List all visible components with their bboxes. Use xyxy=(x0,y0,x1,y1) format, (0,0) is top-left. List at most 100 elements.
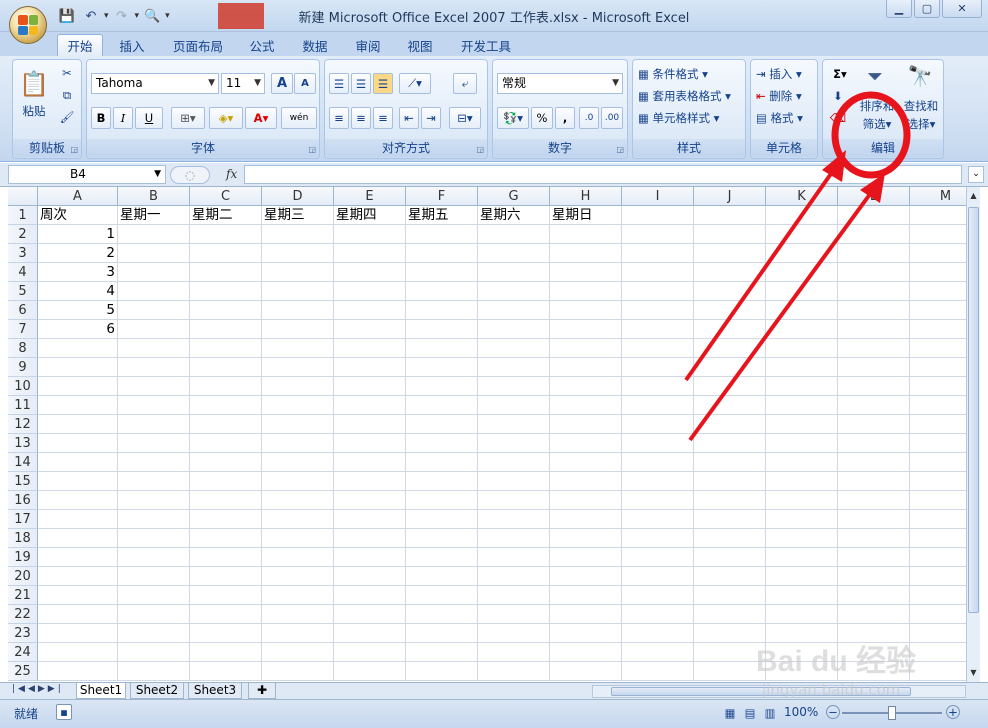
grid-cell[interactable] xyxy=(190,225,262,244)
row-header[interactable]: 11 xyxy=(8,396,38,415)
maximize-button[interactable]: ▢ xyxy=(914,0,940,18)
page-layout-view-icon[interactable]: ▤ xyxy=(740,704,760,722)
grid-cell[interactable] xyxy=(838,244,910,263)
grid-cell[interactable] xyxy=(334,529,406,548)
grid-cell[interactable] xyxy=(694,605,766,624)
grid-cell[interactable] xyxy=(550,662,622,681)
binoculars-icon[interactable]: 🔭 xyxy=(905,62,935,90)
grid-cell[interactable] xyxy=(910,415,966,434)
grid-cell[interactable] xyxy=(118,320,190,339)
grid-cell[interactable] xyxy=(622,339,694,358)
grid-cell[interactable] xyxy=(478,472,550,491)
grid-cell[interactable] xyxy=(478,339,550,358)
column-header[interactable]: B xyxy=(118,187,190,206)
grid-cell[interactable] xyxy=(262,225,334,244)
grid-cell[interactable]: 4 xyxy=(38,282,118,301)
grid-cell[interactable] xyxy=(262,396,334,415)
grid-cell[interactable]: 2 xyxy=(38,244,118,263)
grid-cell[interactable]: 星期日 xyxy=(550,206,622,225)
grid-cell[interactable] xyxy=(550,415,622,434)
grid-cell[interactable] xyxy=(838,510,910,529)
grid-cell[interactable] xyxy=(190,548,262,567)
grid-cell[interactable] xyxy=(190,510,262,529)
grid-cell[interactable] xyxy=(478,491,550,510)
grid-cell[interactable] xyxy=(550,339,622,358)
grid-cell[interactable] xyxy=(334,662,406,681)
grid-cell[interactable] xyxy=(118,529,190,548)
grid-cell[interactable] xyxy=(334,320,406,339)
grid-cell[interactable] xyxy=(334,491,406,510)
grid-cell[interactable] xyxy=(478,529,550,548)
grid-cell[interactable] xyxy=(406,301,478,320)
grid-cell[interactable] xyxy=(190,472,262,491)
grid-cell[interactable] xyxy=(334,624,406,643)
grid-cell[interactable] xyxy=(406,263,478,282)
grid-cell[interactable] xyxy=(622,301,694,320)
phonetic-button[interactable]: wén xyxy=(281,107,317,129)
grid-cell[interactable] xyxy=(838,358,910,377)
grid-cell[interactable] xyxy=(622,662,694,681)
grid-cell[interactable] xyxy=(118,301,190,320)
vertical-scrollbar[interactable]: ▲ ▼ xyxy=(966,187,980,682)
find-select-label2[interactable]: 选择 ▾ xyxy=(899,116,943,132)
grid-cell[interactable] xyxy=(838,586,910,605)
grid-cell[interactable] xyxy=(766,320,838,339)
grid-cell[interactable] xyxy=(910,662,966,681)
grid-cell[interactable] xyxy=(38,662,118,681)
grid-cell[interactable] xyxy=(910,529,966,548)
grid-cell[interactable] xyxy=(190,320,262,339)
grid-cell[interactable] xyxy=(262,434,334,453)
decrease-indent-icon[interactable]: ⇤ xyxy=(399,107,419,129)
grid-cell[interactable] xyxy=(118,548,190,567)
grid-cell[interactable] xyxy=(38,339,118,358)
conditional-format-button[interactable]: ▦ 条件格式 ▾ xyxy=(637,64,741,84)
grid-cell[interactable] xyxy=(910,396,966,415)
grid-cell[interactable] xyxy=(406,605,478,624)
grid-cell[interactable]: 星期一 xyxy=(118,206,190,225)
grid-cell[interactable] xyxy=(622,643,694,662)
grid-cell[interactable] xyxy=(550,643,622,662)
grid-cell[interactable] xyxy=(334,586,406,605)
grid-cell[interactable] xyxy=(406,491,478,510)
grid-cell[interactable] xyxy=(910,510,966,529)
delete-cells-button[interactable]: ⇤ 删除 ▾ xyxy=(755,86,817,106)
grid-cell[interactable] xyxy=(910,472,966,491)
grid-cell[interactable] xyxy=(406,415,478,434)
tab-insert[interactable]: 插入 xyxy=(110,34,154,56)
row-header[interactable]: 23 xyxy=(8,624,38,643)
grid-cell[interactable] xyxy=(38,510,118,529)
grid-cell[interactable] xyxy=(622,567,694,586)
grid-cell[interactable] xyxy=(262,282,334,301)
grid-cell[interactable] xyxy=(838,415,910,434)
grid-cell[interactable] xyxy=(694,225,766,244)
grid-cell[interactable] xyxy=(910,206,966,225)
grid-cell[interactable] xyxy=(766,472,838,491)
grid-cell[interactable] xyxy=(262,510,334,529)
paste-icon[interactable]: 📋 xyxy=(17,66,51,102)
grid-cell[interactable] xyxy=(838,491,910,510)
zoom-out-icon[interactable]: − xyxy=(826,705,840,719)
grid-cell[interactable] xyxy=(406,662,478,681)
grid-cell[interactable] xyxy=(838,453,910,472)
grid-cell[interactable] xyxy=(838,529,910,548)
grid-cell[interactable] xyxy=(38,643,118,662)
increase-indent-icon[interactable]: ⇥ xyxy=(421,107,441,129)
sheet-tab[interactable]: Sheet3 xyxy=(188,683,242,699)
grid-cell[interactable] xyxy=(190,662,262,681)
grid-cell[interactable] xyxy=(478,510,550,529)
grid-cell[interactable] xyxy=(118,396,190,415)
grid-cell[interactable] xyxy=(694,453,766,472)
grid-cell[interactable] xyxy=(838,567,910,586)
grid-cell[interactable] xyxy=(910,643,966,662)
grid-cell[interactable] xyxy=(190,282,262,301)
grid-cell[interactable] xyxy=(262,491,334,510)
column-header[interactable]: G xyxy=(478,187,550,206)
decrease-decimal-icon[interactable]: .00 xyxy=(601,107,623,129)
align-left-icon[interactable]: ≡ xyxy=(329,107,349,129)
grid-cell[interactable] xyxy=(262,605,334,624)
grid-cell[interactable] xyxy=(262,320,334,339)
align-bottom-icon[interactable]: ☰ xyxy=(373,73,393,94)
grid-cell[interactable] xyxy=(334,282,406,301)
column-header[interactable]: F xyxy=(406,187,478,206)
grid-cell[interactable] xyxy=(334,548,406,567)
